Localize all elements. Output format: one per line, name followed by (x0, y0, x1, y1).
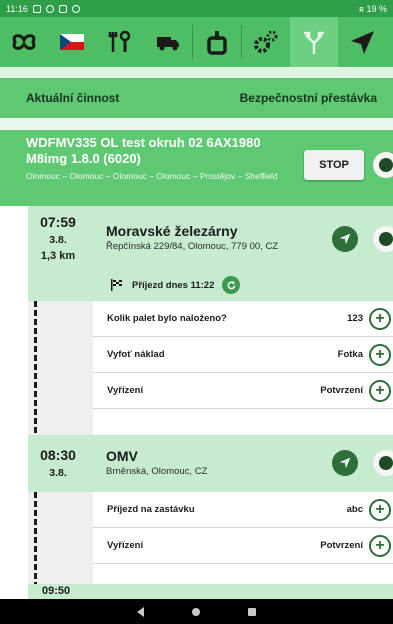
navigation-arrow-icon (339, 457, 351, 469)
stop-time: 08:30 (40, 447, 76, 463)
navigation-icon[interactable] (338, 17, 386, 67)
truck-icon[interactable] (144, 17, 192, 67)
tools-icon[interactable] (96, 17, 144, 67)
trip-card[interactable]: WDFMV335 OL test okruh 02 6AX1980 M8img … (0, 130, 393, 206)
trip-detail-button[interactable] (373, 152, 393, 178)
timeline-rail (28, 301, 93, 435)
fork-arrow-icon[interactable] (290, 17, 338, 67)
stop-date: 3.8. (49, 467, 67, 479)
navigation-arrow-icon (339, 233, 351, 245)
add-task-button[interactable]: + (369, 380, 391, 402)
stop-distance: 1,3 km (40, 250, 76, 262)
add-task-button[interactable]: + (369, 535, 391, 557)
timeline-rail (28, 492, 93, 584)
system-nav-bar (0, 599, 393, 624)
stop-detail-button[interactable] (373, 450, 393, 476)
top-toolbar (0, 17, 393, 67)
next-stop-peek[interactable]: 09:50 (28, 584, 393, 599)
task-row[interactable]: Kolik palet bylo naloženo? 123 + (93, 301, 393, 337)
parking-icon (58, 4, 67, 13)
navigate-button[interactable] (332, 226, 358, 252)
stop-time: 09:50 (42, 585, 71, 597)
navigate-button[interactable] (332, 450, 358, 476)
task-row[interactable]: Vyřízení Potvrzení + (93, 373, 393, 409)
arrival-time: Příjezd dnes 11:22 (132, 279, 215, 291)
task-label: Vyfoť náklad (107, 349, 165, 360)
stop-time: 07:59 (40, 214, 76, 230)
circle-icon (379, 456, 393, 470)
gears-icon[interactable] (242, 17, 290, 67)
toolbar-shadow-band (0, 67, 393, 78)
timeline-dashed-line (34, 492, 37, 599)
current-activity-label: Aktuální činnost (26, 91, 120, 105)
battery-status: ʀ 19 % (359, 3, 387, 14)
add-task-button[interactable]: + (369, 308, 391, 330)
box-icon[interactable] (193, 17, 241, 67)
back-icon[interactable] (137, 606, 144, 617)
circle-icon (379, 232, 393, 246)
activity-bar[interactable]: Aktuální činnost Bezpečnostní přestávka (0, 78, 393, 118)
trip-route: Olomouc – Olomouc – Olomouc – Olomouc – … (26, 171, 278, 181)
stop-button[interactable]: STOP (304, 150, 364, 180)
task-list: Kolik palet bylo naloženo? 123 + Vyfoť n… (93, 301, 393, 409)
task-label: Příjezd na zastávku (107, 504, 195, 515)
task-value: Fotka (337, 349, 363, 360)
section-gap (0, 118, 393, 130)
task-row[interactable]: Příjezd na zastávku abc + (93, 492, 393, 528)
task-label: Vyřízení (107, 540, 144, 551)
task-label: Vyřízení (107, 385, 144, 396)
home-icon[interactable] (192, 607, 200, 616)
refresh-button[interactable] (222, 276, 241, 294)
checkered-flag-icon (111, 279, 122, 291)
pretzel-icon[interactable] (0, 17, 48, 67)
task-value: Potvrzení (320, 540, 363, 551)
stop-detail-button[interactable] (373, 226, 393, 252)
status-time: 11:16 (6, 3, 28, 14)
task-value: Potvrzení (320, 385, 363, 396)
refresh-icon (227, 280, 236, 289)
stop-date: 3.8. (49, 234, 67, 246)
app-icon (45, 4, 54, 13)
recent-apps-icon[interactable] (248, 607, 256, 616)
stop-card[interactable]: 07:59 3.8. 1,3 km Moravské železárny Řep… (28, 206, 393, 301)
task-list: Příjezd na zastávku abc + Vyřízení Potvr… (93, 492, 393, 564)
stop-address: Brněnská, Olomouc, CZ (106, 466, 208, 477)
czech-flag-icon[interactable] (48, 17, 96, 67)
stop-address: Řepčínská 229/84, Olomouc, 779 00, CZ (106, 241, 279, 252)
add-task-button[interactable]: + (369, 499, 391, 521)
stop-name: Moravské železárny (106, 223, 238, 239)
task-row[interactable]: Vyfoť náklad Fotka + (93, 337, 393, 373)
cloud-icon (71, 4, 80, 13)
circle-icon (379, 158, 393, 172)
safety-break-label[interactable]: Bezpečnostní přestávka (240, 91, 385, 105)
task-row[interactable]: Vyřízení Potvrzení + (93, 528, 393, 564)
task-value: abc (346, 504, 363, 515)
notification-icon (32, 4, 41, 13)
add-task-button[interactable]: + (369, 344, 391, 366)
task-label: Kolik palet bylo naloženo? (107, 313, 227, 324)
timeline-dashed-line (34, 301, 37, 435)
status-bar: 11:16 ʀ 19 % (0, 0, 393, 17)
stop-card[interactable]: 08:30 3.8. OMV Brněnská, Olomouc, CZ (28, 435, 393, 492)
trip-title: WDFMV335 OL test okruh 02 6AX1980 M8img … (26, 135, 261, 166)
task-value: 123 (347, 313, 363, 324)
stop-name: OMV (106, 448, 138, 464)
